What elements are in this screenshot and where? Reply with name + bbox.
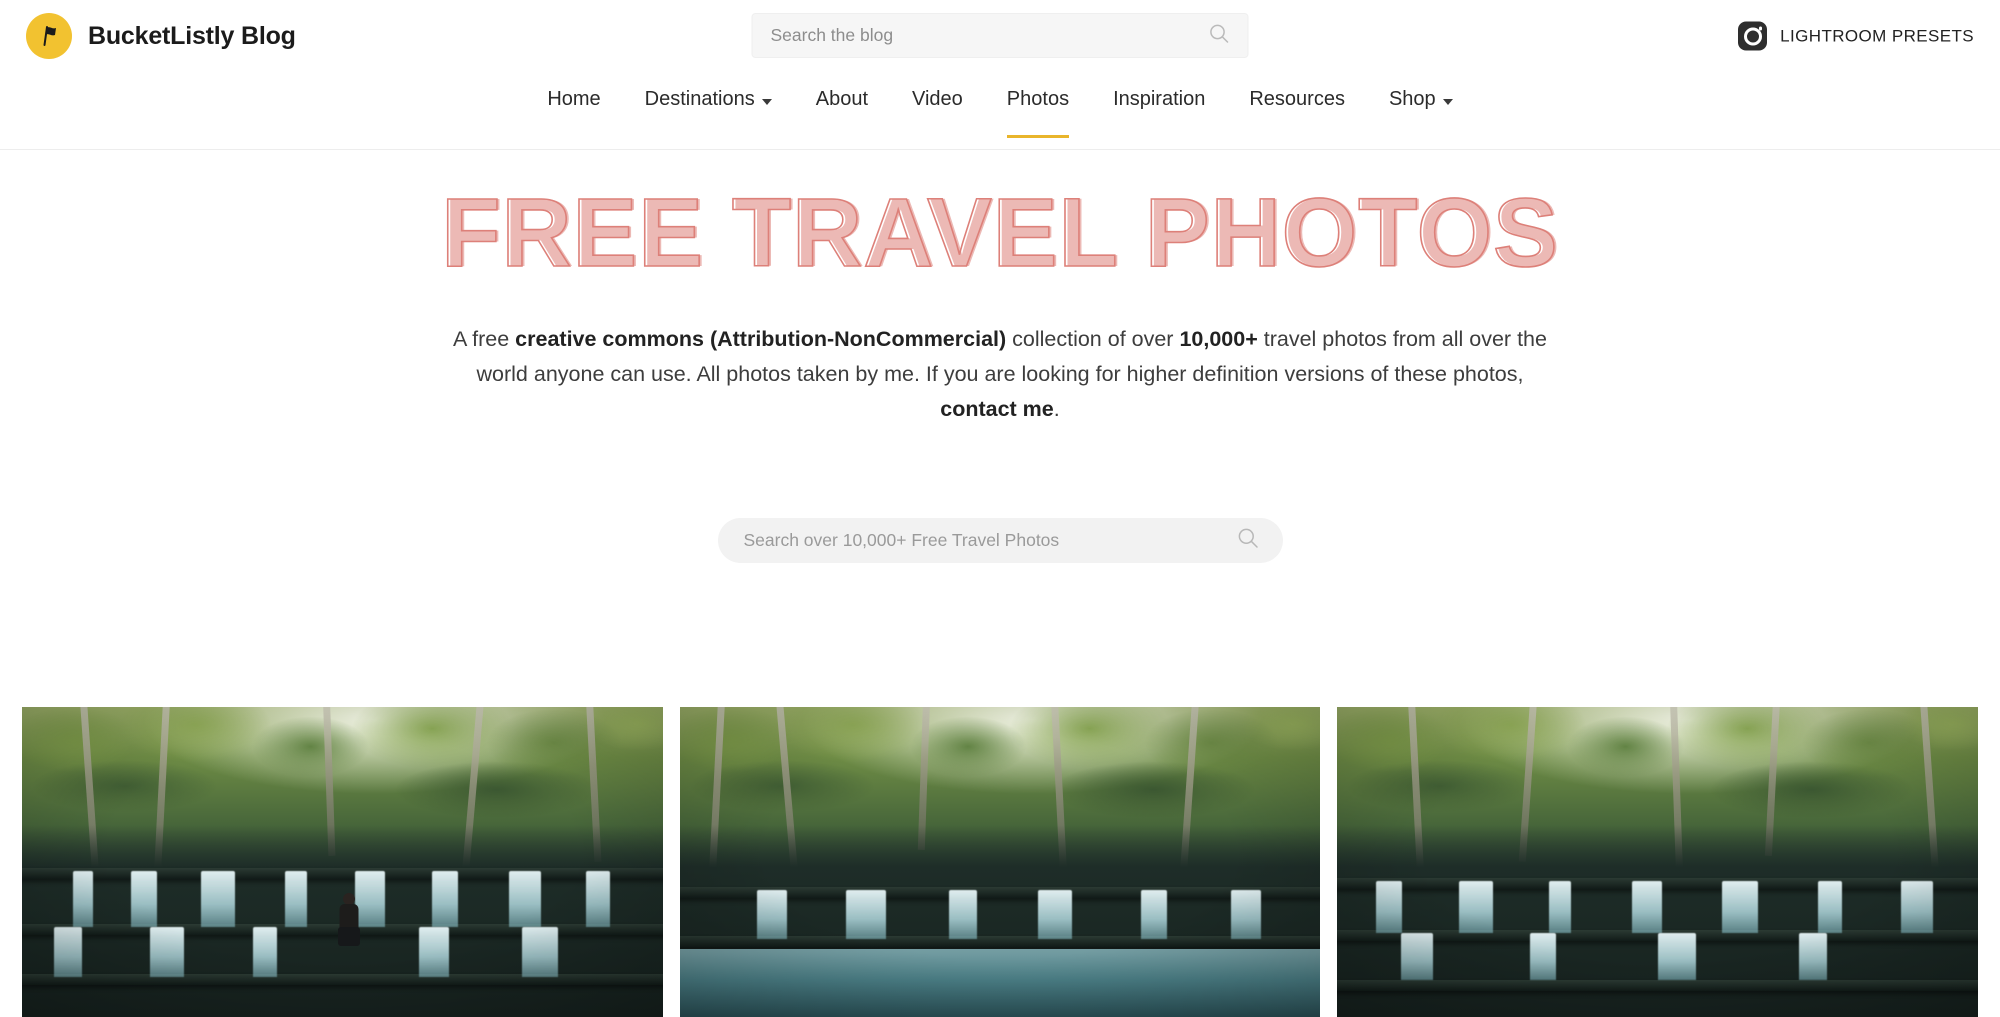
photo-waterfall [54, 927, 83, 977]
photo-waterfall [419, 927, 450, 977]
photo-waterfall [130, 871, 157, 928]
desc-bold-count: 10,000+ [1179, 327, 1258, 351]
photo-waterfall [73, 871, 94, 928]
nav-item-inspiration[interactable]: Inspiration [1091, 72, 1227, 111]
nav-label: Video [912, 88, 963, 110]
photo-waterfall [150, 927, 185, 977]
nav-item-about[interactable]: About [794, 72, 890, 111]
top-bar: BucketListly Blog LIGHTROOM PRESETS [0, 0, 2000, 72]
photo-waterfall [1901, 880, 1934, 934]
photo-rock-ledge [22, 973, 663, 985]
page-title: FREE TRAVEL PHOTOS [440, 178, 1559, 287]
photo-waterfall [1375, 880, 1402, 934]
nav-label: Photos [1006, 88, 1070, 110]
nav-label: Inspiration [1113, 88, 1206, 110]
photo-waterfall [432, 871, 459, 928]
photo-person [336, 893, 362, 947]
photo-waterfall [1230, 889, 1261, 940]
nav-item-video[interactable]: Video [890, 72, 985, 111]
photo-card[interactable] [1337, 707, 1979, 1017]
photo-waterfall [948, 889, 977, 940]
header-search-input[interactable] [770, 25, 1209, 46]
desc-part-1: A free [453, 327, 516, 351]
photo-waterfall [1721, 880, 1758, 934]
contact-me-link[interactable]: contact me [940, 397, 1054, 421]
search-icon[interactable] [1237, 527, 1259, 554]
nav-label: Resources [1249, 88, 1345, 110]
lightroom-presets-link[interactable]: LIGHTROOM PRESETS [1738, 21, 1974, 51]
photo-waterfall [508, 871, 541, 928]
photo-waterfall [1038, 889, 1073, 940]
photo-waterfall [284, 871, 307, 928]
photo-search-box[interactable] [717, 518, 1283, 564]
photo-card[interactable] [22, 707, 663, 1017]
nav-label: Home [547, 88, 601, 110]
photo-rock-ledge [1337, 979, 1979, 991]
brand-title: BucketListly Blog [88, 21, 296, 50]
photo-grid [0, 707, 2000, 1017]
photo-rock-ledge [22, 868, 663, 880]
nav-label: About [815, 88, 868, 110]
photo-waterfall [1817, 880, 1842, 934]
photo-pool [679, 948, 1321, 1017]
lightroom-presets-label: LIGHTROOM PRESETS [1780, 26, 1974, 45]
photo-search-input[interactable] [743, 530, 1237, 552]
photo-waterfall [1657, 933, 1696, 980]
photo-waterfall [1401, 933, 1434, 980]
photo-waterfall [201, 871, 236, 928]
desc-part-4: . [1053, 396, 1060, 421]
photo-waterfall [756, 889, 787, 940]
header-search [751, 13, 1249, 58]
nav-label: Destinations [644, 88, 755, 110]
photo-waterfall [252, 927, 277, 977]
photo-waterfall [1529, 933, 1556, 980]
photo-waterfall [846, 889, 887, 940]
photo-waterfall [1459, 880, 1494, 934]
photo-waterfall [521, 927, 558, 977]
search-icon[interactable] [1209, 23, 1230, 49]
flag-icon [26, 13, 72, 59]
main-navigation: Home Destinations About Video Photos Ins… [0, 72, 2000, 150]
nav-item-destinations[interactable]: Destinations [623, 72, 794, 111]
nav-item-resources[interactable]: Resources [1227, 72, 1367, 111]
photo-waterfall [1798, 933, 1827, 980]
header-search-box[interactable] [751, 13, 1249, 58]
photo-waterfall [1140, 889, 1167, 940]
photo-waterfall [1632, 880, 1663, 934]
hero-section: FREE TRAVEL PHOTOS A free creative commo… [0, 150, 2000, 564]
person-legs [337, 927, 360, 946]
chevron-down-icon [1442, 98, 1453, 105]
nav-item-photos[interactable]: Photos [985, 72, 1091, 138]
chevron-down-icon [761, 98, 772, 105]
desc-bold-license: creative commons (Attribution-NonCommerc… [515, 327, 1007, 351]
instagram-camera-icon [1738, 21, 1768, 51]
brand-logo-link[interactable]: BucketListly Blog [26, 13, 296, 59]
desc-part-2: collection of over [1006, 327, 1180, 351]
photo-waterfall [1548, 880, 1571, 934]
photo-waterfall [585, 871, 610, 928]
hero-description: A free creative commons (Attribution-Non… [440, 322, 1560, 426]
nav-label: Shop [1388, 88, 1436, 110]
nav-item-home[interactable]: Home [525, 72, 622, 111]
photo-card[interactable] [679, 707, 1321, 1017]
photo-search-wrapper [0, 518, 2000, 564]
nav-item-shop[interactable]: Shop [1367, 72, 1475, 111]
